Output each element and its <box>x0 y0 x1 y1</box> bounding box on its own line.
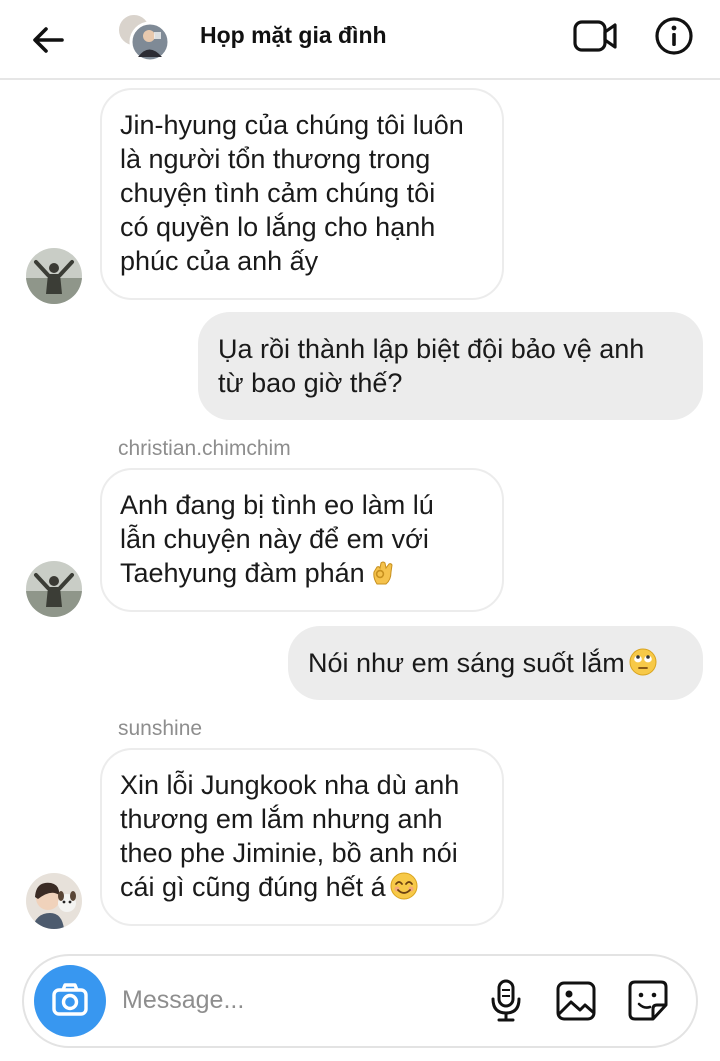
microphone-icon[interactable] <box>484 978 528 1024</box>
group-avatar[interactable] <box>114 10 172 64</box>
message-text: cái gì cũng đúng hết á <box>120 872 386 902</box>
message-bubble-outgoing[interactable]: Nói như em sáng suốt lắm <box>288 626 703 700</box>
message-text: Nói như em sáng suốt lắm <box>308 648 625 678</box>
message-bubble-incoming[interactable]: Anh đang bị tình eo làm lú lẫn chuyện nà… <box>100 468 504 612</box>
video-call-icon[interactable] <box>572 18 618 54</box>
camera-button[interactable] <box>34 965 106 1037</box>
chat-header: Họp mặt gia đình <box>0 0 720 80</box>
sender-name: christian.chimchim <box>118 437 291 460</box>
sender-avatar[interactable] <box>26 561 82 617</box>
message-text: phúc của anh ấy <box>120 246 319 276</box>
message-input[interactable]: Message... <box>122 986 244 1015</box>
message-text: Anh đang bị tình eo làm lú <box>120 490 434 520</box>
message-bubble-outgoing[interactable]: Ụa rồi thành lập biệt đội bảo vệ anh từ … <box>198 312 703 420</box>
message-text: Jin-hyung của chúng tôi luôn <box>120 110 464 140</box>
info-icon[interactable] <box>654 16 694 56</box>
message-text: lẫn chuyện này để em với <box>120 524 429 554</box>
message-text: thương em lắm nhưng anh <box>120 804 443 834</box>
camera-icon <box>52 983 88 1016</box>
message-text: chuyện tình cảm chúng tôi <box>120 178 436 208</box>
message-composer: Message... <box>22 954 698 1048</box>
sender-avatar[interactable] <box>26 873 82 929</box>
message-text: Xin lỗi Jungkook nha dù anh <box>120 770 460 800</box>
back-arrow-icon[interactable] <box>28 20 68 60</box>
sender-avatar[interactable] <box>26 248 82 304</box>
message-text: Taehyung đàm phán <box>120 558 365 588</box>
message-text: từ bao giờ thế? <box>218 368 403 398</box>
smiling-emoji <box>390 872 418 900</box>
sticker-icon[interactable] <box>626 978 670 1024</box>
message-text: là người tổn thương trong <box>120 144 431 174</box>
message-text: theo phe Jiminie, bồ anh nói <box>120 838 458 868</box>
gallery-icon[interactable] <box>554 978 598 1024</box>
message-text: có quyền lo lắng cho hạnh <box>120 212 436 242</box>
message-bubble-incoming[interactable]: Jin-hyung của chúng tôi luôn là người tổ… <box>100 88 504 300</box>
message-bubble-incoming[interactable]: Xin lỗi Jungkook nha dù anh thương em lắ… <box>100 748 504 926</box>
message-text: Ụa rồi thành lập biệt đội bảo vệ anh <box>218 334 645 364</box>
eye-roll-emoji <box>629 648 657 676</box>
ok-hand-emoji <box>373 561 393 585</box>
chat-title[interactable]: Họp mặt gia đình <box>200 22 387 49</box>
sender-name: sunshine <box>118 717 203 740</box>
